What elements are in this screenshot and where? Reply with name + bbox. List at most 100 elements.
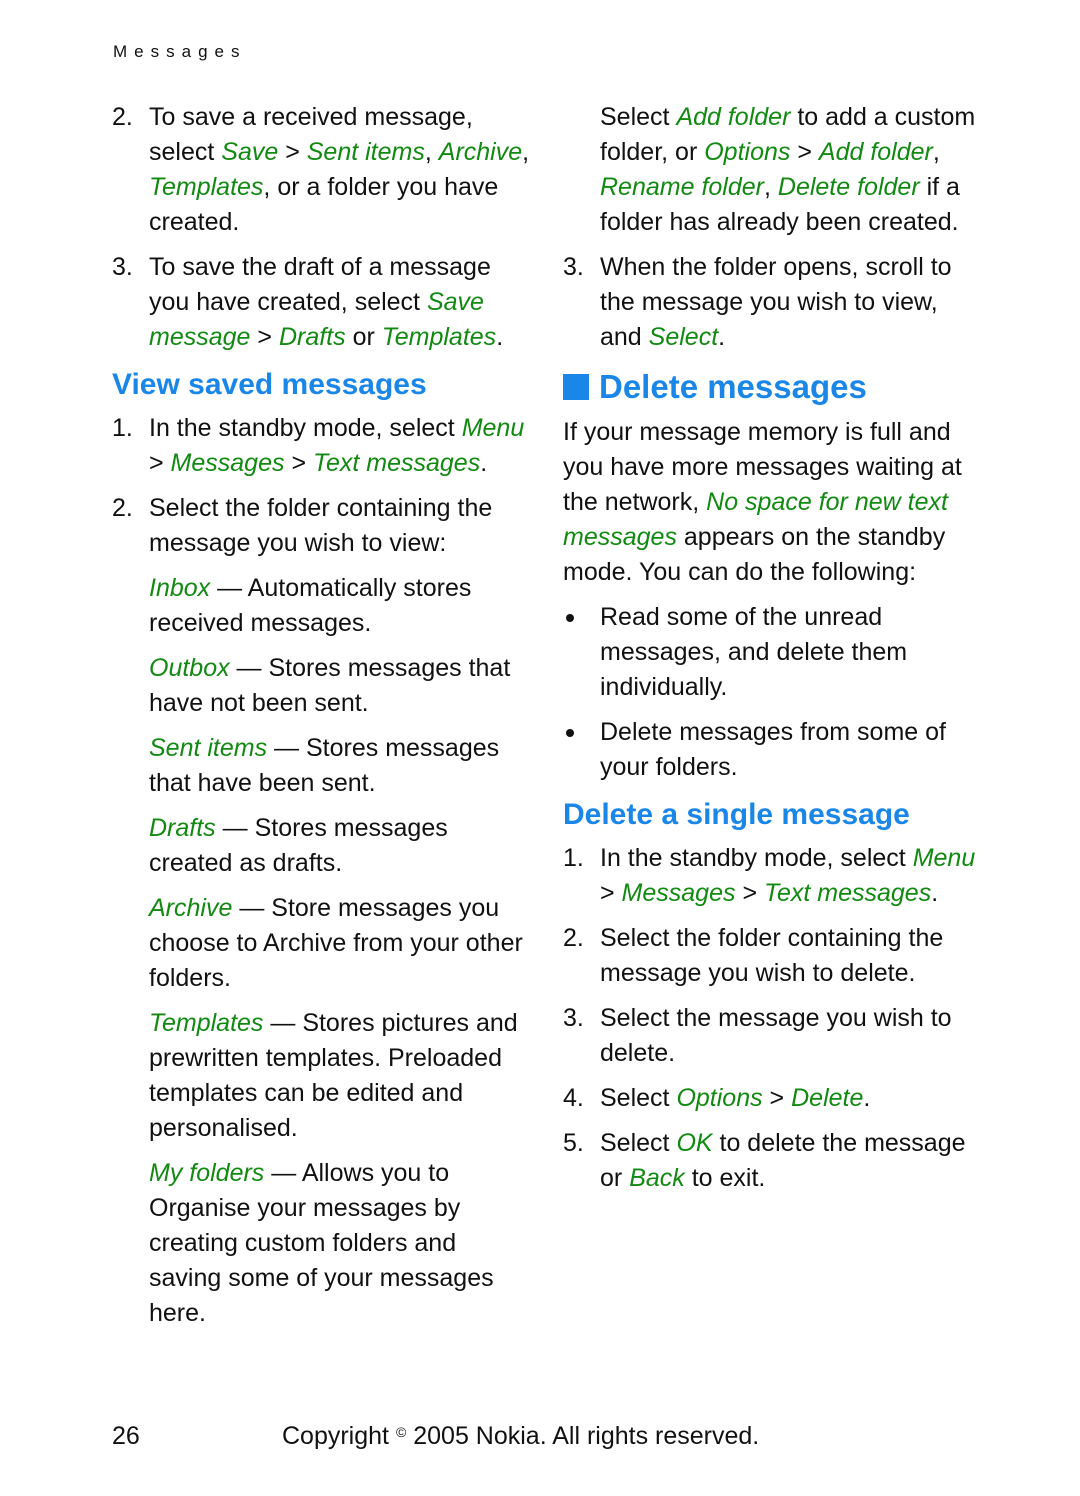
step-number: 3. [563,1004,584,1032]
body-text: , [522,138,530,166]
menu-path-term: Drafts [149,814,216,842]
copyright-notice: Copyright © 2005 Nokia. All rights reser… [282,1422,759,1451]
menu-path-term: Messages [621,879,736,907]
numbered-step: 3. To save the draft of a message you hav… [112,250,532,355]
step-text: Select Options > Delete. [600,1081,983,1116]
menu-path-term: Messages [170,449,285,477]
body-text: , [763,173,778,201]
numbered-step: 3. Select the message you wish to delete. [563,1001,983,1071]
body-text: . [931,879,939,907]
step-3: 3. When the folder opens, scroll to the … [563,250,983,355]
folder-description: My folders — Allows you to Organise your… [149,1156,532,1331]
menu-path-term: Menu [461,414,525,442]
body-text: . [863,1084,871,1112]
view-saved-messages-heading: View saved messages [112,368,427,401]
body-text: Select [600,103,677,131]
numbered-step: 2. Select the folder containing the messa… [563,921,983,991]
menu-path-term: Delete [791,1084,864,1112]
step-text: In the standby mode, select Menu > Messa… [600,841,983,911]
body-text: . [496,323,504,351]
body-text: In the standby mode, select [149,414,462,442]
menu-path-term: Sent items [149,734,268,762]
body-text: Select the folder containing the message… [149,494,493,557]
body-text: Select [600,1084,677,1112]
bullet-dot-icon [563,600,600,705]
body-text: , [424,138,439,166]
step-text: When the folder opens, scroll to the mes… [600,250,983,355]
delete-single-message-heading: Delete a single message [563,798,910,831]
menu-path-term: Text messages [313,449,481,477]
body-text: > [250,323,279,351]
numbered-step: 1. In the standby mode, select Menu > Mes… [112,411,532,481]
copyright-prefix: Copyright [282,1422,389,1450]
bullet-item: Read some of the unread messages, and de… [563,600,983,705]
intro-steps: 2. To save a received message, select Sav… [112,100,532,355]
menu-path-term: Back [629,1164,685,1192]
step-number: 2. [112,103,133,131]
body-text: > [735,879,764,907]
step-text: Select the folder containing the message… [149,491,532,561]
menu-path-term: Save [221,138,279,166]
body-text: . [480,449,488,477]
numbered-step: 5. Select OK to delete the message or Bac… [563,1126,983,1196]
step-number: 1. [563,844,584,872]
body-text: > [284,449,313,477]
square-bullet-icon [563,374,589,400]
menu-path-term: Drafts [278,323,346,351]
copyright-rest: 2005 Nokia. All rights reserved. [413,1422,760,1450]
body-text: Select the message you wish to delete. [600,1004,952,1067]
menu-path-term: Add folder [676,103,791,131]
page-number: 26 [112,1422,140,1450]
menu-path-term: Add folder [818,138,933,166]
folder-description: Inbox — Automatically stores received me… [149,571,532,641]
delete-messages-heading: Delete messages [563,365,983,409]
body-text: Select the folder containing the message… [600,924,944,987]
step-text: Select the message you wish to delete. [600,1001,983,1071]
body-text: In the standby mode, select [600,844,913,872]
menu-path-term: Menu [912,844,976,872]
body-text: . [718,323,726,351]
step-number: 2. [563,924,584,952]
folder-description: Templates — Stores pictures and prewritt… [149,1006,532,1146]
body-text: > [278,138,307,166]
numbered-step: 4. Select Options > Delete. [563,1081,983,1116]
folder-description: Sent items — Stores messages that have b… [149,731,532,801]
menu-path-term: Rename folder [600,173,764,201]
menu-path-term: My folders [149,1159,265,1187]
bullet-list: Read some of the unread messages, and de… [563,600,983,785]
step-number: 1. [112,414,133,442]
bullet-text: Read some of the unread messages, and de… [600,603,908,701]
numbered-step: 1. In the standby mode, select Menu > Mes… [563,841,983,911]
copyright-symbol: © [395,1424,407,1440]
menu-path-term: Delete folder [777,173,920,201]
folder-description: Archive — Store messages you choose to A… [149,891,532,996]
menu-path-term: Archive [438,138,523,166]
delete-messages-title: Delete messages [599,368,867,405]
running-head: Messages [113,42,247,61]
step-text: To save a received message, select Save … [149,100,532,240]
folder-description: Outbox — Stores messages that have not b… [149,651,532,721]
add-folder-paragraph: Select Add folder to add a custom folder… [600,100,983,240]
folder-description: Drafts — Stores messages created as draf… [149,811,532,881]
folder-list: Inbox — Automatically stores received me… [149,571,532,1331]
delete-intro: If your message memory is full and you h… [563,415,983,590]
menu-path-term: Templates [149,173,264,201]
bullet-dot-icon [563,715,600,785]
step-number: 5. [563,1129,584,1157]
right-column: Select Add folder to add a custom folder… [563,100,983,1206]
menu-path-term: Templates [149,1009,264,1037]
menu-path-term: Sent items [306,138,425,166]
left-column: 2. To save a received message, select Sav… [112,100,532,1341]
body-text: > [762,1084,792,1112]
view-steps: 1. In the standby mode, select Menu > Mes… [112,411,532,561]
body-text: Select [600,1129,677,1157]
step-number: 4. [563,1084,584,1112]
numbered-step: 2. To save a received message, select Sav… [112,100,532,240]
menu-path-term: Text messages [764,879,932,907]
body-text: , [932,138,940,166]
step-text: Select the folder containing the message… [600,921,983,991]
single-steps: 1. In the standby mode, select Menu > Mes… [563,841,983,1196]
step-number: 3. [112,253,133,281]
step-text: Select OK to delete the message or Back … [600,1126,983,1196]
bullet-item: Delete messages from some of your folder… [563,715,983,785]
